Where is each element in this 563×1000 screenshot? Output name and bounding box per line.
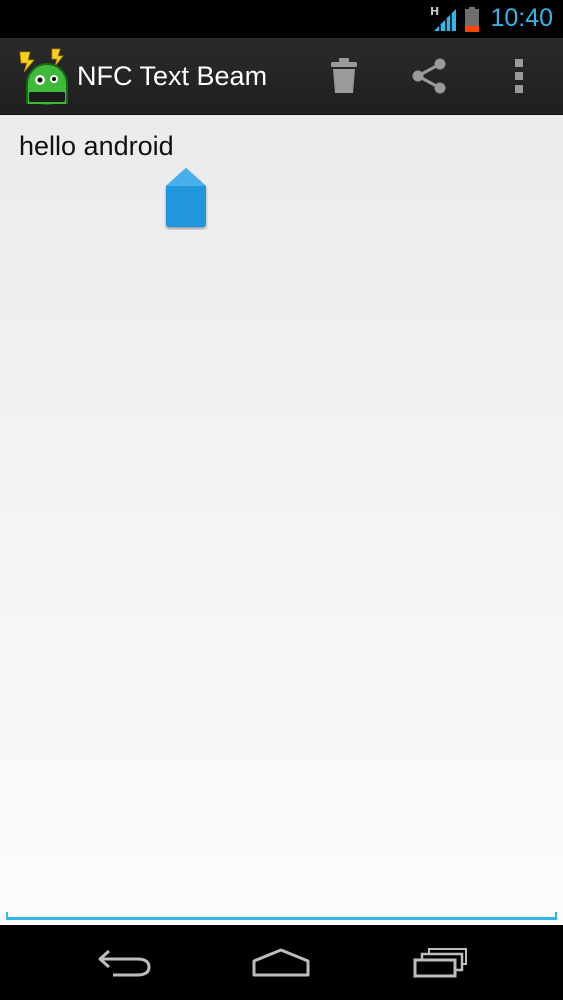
text-field-underline <box>6 912 557 920</box>
content-area: hello android <box>0 115 563 925</box>
status-clock: 10:40 <box>490 4 553 32</box>
text-input-field[interactable]: hello android <box>6 115 557 920</box>
recents-button[interactable] <box>390 937 490 989</box>
screen: H 10:40 NFC Text Beam hello android <box>0 0 563 1000</box>
trash-icon <box>331 58 357 93</box>
share-icon <box>412 58 446 94</box>
navigation-bar <box>0 925 563 1000</box>
home-icon <box>252 948 310 977</box>
text-cursor-handle[interactable] <box>164 168 208 230</box>
status-bar: H 10:40 <box>0 0 563 38</box>
back-icon <box>98 949 151 977</box>
text-input-value: hello android <box>19 131 174 161</box>
back-button[interactable] <box>75 937 175 989</box>
app-title: NFC Text Beam <box>77 61 268 91</box>
recents-icon <box>413 948 467 978</box>
action-bar: NFC Text Beam <box>0 38 563 115</box>
share-button[interactable] <box>389 38 469 114</box>
more-vertical-icon <box>515 59 523 93</box>
android-nfc-app-icon[interactable] <box>16 48 74 106</box>
delete-button[interactable] <box>304 38 384 114</box>
battery-icon <box>465 7 479 32</box>
signal-icon <box>434 9 456 31</box>
home-button[interactable] <box>231 937 331 989</box>
overflow-menu-button[interactable] <box>479 38 559 114</box>
